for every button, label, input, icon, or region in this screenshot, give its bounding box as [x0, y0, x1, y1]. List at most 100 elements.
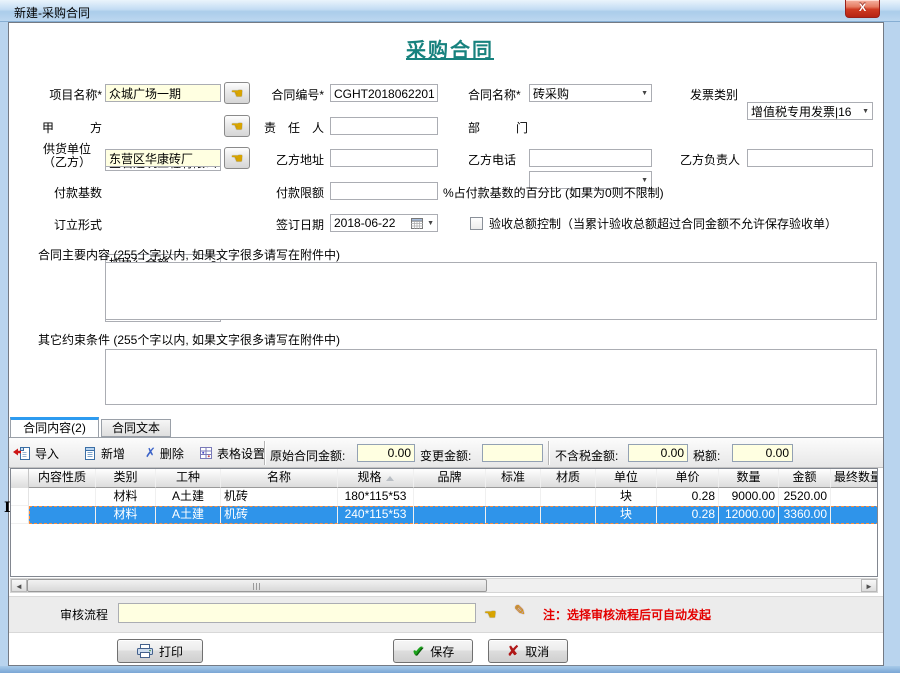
invoice-type-value: 增值税专用发票|16 [751, 105, 851, 119]
header-cell[interactable]: 最终数量 [831, 469, 878, 488]
table-cell: 0.28 [657, 488, 719, 506]
table-header: 内容性质类别工种名称规格品牌标准材质单位单价数量金额最终数量 [11, 469, 877, 488]
header-cell[interactable]: 名称 [221, 469, 338, 488]
horizontal-scrollbar[interactable]: ◄ ► [10, 578, 878, 593]
print-button[interactable]: 打印 [117, 639, 203, 663]
header-cell[interactable]: 类别 [96, 469, 156, 488]
contract-name-select[interactable]: 砖采购 ▼ [529, 84, 652, 102]
chevron-down-icon: ▼ [641, 90, 648, 97]
party-a-label: 甲 方 [32, 120, 102, 136]
table-cell [831, 506, 878, 524]
party-a-browse-button[interactable]: ☚ [224, 115, 250, 137]
table-cell: 机砖 [221, 506, 338, 524]
table-settings-icon [199, 446, 213, 460]
page-title: 采购合同 [0, 34, 900, 63]
contract-no-input[interactable]: CGHT2018062201 [330, 84, 438, 102]
table-cell: 机砖 [221, 488, 338, 506]
new-document-icon [83, 446, 97, 461]
row-selector[interactable] [11, 506, 29, 524]
contract-name-label: 合同名称* [468, 87, 526, 103]
department-label: 部 门 [468, 120, 526, 136]
header-cell[interactable]: 单价 [657, 469, 719, 488]
toolbar-separator [264, 441, 266, 465]
table-body: 材料A土建机砖180*115*53块0.289000.002520.00材料A土… [11, 488, 877, 524]
supplier-browse-button[interactable]: ☚ [224, 147, 250, 169]
close-button[interactable]: X [845, 0, 880, 18]
edit-pencil-icon[interactable]: ✎ [514, 602, 526, 619]
header-cell[interactable]: 规格 [338, 469, 414, 488]
party-b-contact-input[interactable] [747, 149, 873, 167]
sign-date-picker[interactable]: 2018-06-22▼ [330, 214, 438, 232]
ibeam-cursor: I [4, 500, 11, 516]
main-content-textarea[interactable] [105, 262, 877, 320]
untaxed-amount-input[interactable]: 0.00 [628, 444, 688, 462]
scroll-right-arrow[interactable]: ► [861, 579, 877, 592]
header-cell[interactable]: 金额 [779, 469, 831, 488]
table-row[interactable]: 材料A土建机砖180*115*53块0.289000.002520.00 [11, 488, 877, 506]
review-flow-input[interactable] [118, 603, 476, 623]
table-cell: 0.28 [657, 506, 719, 524]
scroll-left-arrow[interactable]: ◄ [11, 579, 27, 592]
table-cell: 12000.00 [719, 506, 779, 524]
delete-button[interactable]: ✗ 删除 [142, 442, 187, 464]
import-icon [13, 446, 31, 461]
project-browse-button[interactable]: ☚ [224, 82, 250, 104]
add-label: 新增 [101, 445, 125, 462]
header-cell[interactable]: 单位 [596, 469, 657, 488]
contract-name-value: 砖采购 [533, 87, 569, 101]
table-row[interactable]: 材料A土建机砖240*115*53块0.2812000.003360.00 [11, 506, 877, 524]
tab-contract-content[interactable]: 合同内容(2) [10, 417, 99, 437]
header-cell[interactable]: 标准 [486, 469, 541, 488]
original-amount-input[interactable]: 0.00 [357, 444, 415, 462]
save-button[interactable]: ✔ 保存 [393, 639, 473, 663]
table-cell [414, 506, 486, 524]
table-cell [541, 506, 596, 524]
untaxed-amount-label: 不含税金额: [555, 447, 618, 464]
supplier-label: 供货单位（乙方） [32, 143, 102, 169]
party-b-address-input[interactable] [330, 149, 438, 167]
party-b-phone-input[interactable] [529, 149, 652, 167]
main-content-label: 合同主要内容 (255个字以内, 如果文字很多请写在附件中) [38, 247, 340, 263]
project-input[interactable]: 众城广场一期 [105, 84, 221, 102]
payment-limit-label: 付款限额 [258, 185, 324, 201]
cancel-button[interactable]: ✘ 取消 [488, 639, 568, 663]
table-settings-button[interactable]: 表格设置 [196, 442, 268, 464]
add-button[interactable]: 新增 [80, 442, 128, 464]
window-bottom-edge [0, 666, 900, 673]
table-cell [831, 488, 878, 506]
x-icon: ✘ [507, 642, 520, 660]
import-button[interactable]: 导入 [10, 442, 62, 464]
payment-base-label: 付款基数 [32, 185, 102, 201]
other-terms-label: 其它约束条件 (255个字以内, 如果文字很多请写在附件中) [38, 332, 340, 348]
review-browse-hand-icon[interactable]: ☚ [484, 604, 497, 624]
tab-contract-text[interactable]: 合同文本 [101, 419, 171, 437]
table-cell: 材料 [96, 506, 156, 524]
header-cell[interactable]: 品牌 [414, 469, 486, 488]
table-cell: 2520.00 [779, 488, 831, 506]
change-amount-input[interactable] [482, 444, 543, 462]
chevron-down-icon: ▼ [427, 220, 434, 227]
table-cell: 9000.00 [719, 488, 779, 506]
sort-indicator [386, 476, 394, 481]
responsible-input[interactable] [330, 117, 438, 135]
contract-no-label: 合同编号* [258, 87, 324, 103]
header-cell[interactable]: 内容性质 [29, 469, 96, 488]
chevron-down-icon: ▼ [641, 177, 648, 184]
other-terms-textarea[interactable] [105, 349, 877, 405]
table-cell: A土建 [156, 488, 221, 506]
scrollbar-thumb[interactable] [27, 579, 487, 592]
header-cell[interactable]: 数量 [719, 469, 779, 488]
payment-limit-input[interactable] [330, 182, 438, 200]
tax-amount-input[interactable]: 0.00 [732, 444, 793, 462]
chevron-down-icon: ▼ [862, 108, 869, 115]
review-flow-label: 审核流程 [60, 607, 108, 623]
header-cell[interactable]: 材质 [541, 469, 596, 488]
delete-icon: ✗ [145, 445, 156, 461]
row-selector[interactable] [11, 488, 29, 506]
scrollbar-grip [253, 583, 262, 590]
invoice-type-select[interactable]: 增值税专用发票|16 ▼ [747, 102, 873, 120]
acceptance-checkbox[interactable] [470, 217, 483, 230]
header-cell[interactable]: 工种 [156, 469, 221, 488]
supplier-input[interactable]: 东营区华康砖厂 [105, 149, 221, 167]
change-amount-label: 变更金额: [420, 447, 471, 464]
